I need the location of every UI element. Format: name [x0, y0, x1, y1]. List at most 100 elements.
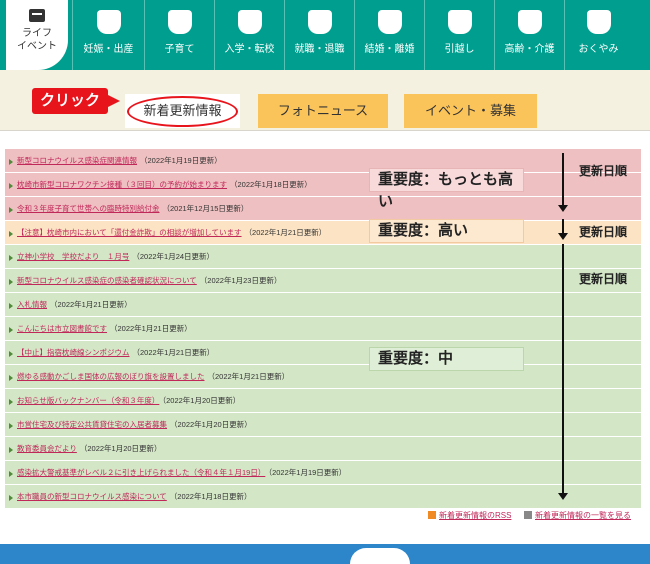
nav-label: 妊娠・出産: [83, 44, 134, 55]
down-arrow-icon: [558, 153, 568, 212]
news-row: 新型コロナウイルス感染症関連情報 （2022年1月19日更新）: [5, 149, 641, 173]
nav-moving[interactable]: 引越し: [424, 0, 494, 70]
news-row: 本市職員の新型コロナウイルス感染について （2022年1月18日更新）: [5, 485, 641, 509]
update-order-label: 更新日順: [579, 164, 628, 178]
news-row: 燃ゆる感動かごしま国体の広報のぼり旗を設置しました （2022年1月21日更新）: [5, 365, 641, 389]
nav-employment[interactable]: 就職・退職: [284, 0, 354, 70]
news-date: （2022年1月21日更新）: [110, 324, 192, 333]
news-date: （2022年1月21日更新）: [244, 228, 327, 237]
bullet-arrow-icon: [9, 207, 13, 213]
life-event-nav: ライフ イベント 妊娠・出産 子育て 入学・転校 就職・退職 結婚・離婚 引越し …: [0, 0, 650, 70]
rss-link[interactable]: 新着更新情報のRSS: [428, 511, 511, 521]
bullet-arrow-icon: [9, 231, 13, 237]
news-date: （2022年1月18日更新）: [169, 492, 252, 501]
news-date: （2022年1月20日更新）: [170, 420, 252, 429]
nav-childcare[interactable]: 子育て: [144, 0, 214, 70]
news-link[interactable]: こんにちは市立図書館です: [17, 324, 107, 333]
news-row: 【注意】枕崎市内において「還付金詐欺」の相談が増加しています （2022年1月21…: [5, 221, 641, 245]
life-event-button[interactable]: ライフ イベント: [6, 0, 68, 70]
down-arrow-icon: [558, 244, 568, 500]
nav-label: 就職・退職: [294, 44, 345, 55]
nav-pregnancy[interactable]: 妊娠・出産: [72, 0, 144, 70]
bullet-arrow-icon: [9, 375, 13, 381]
news-date: （2022年1月20日更新）: [162, 396, 241, 405]
click-badge: クリック: [32, 88, 120, 114]
bullet-arrow-icon: [9, 447, 13, 453]
divider: [0, 130, 650, 131]
bullet-arrow-icon: [9, 255, 13, 261]
nav-label: 引越し: [444, 44, 475, 55]
importance-highest-label: 重要度：もっとも高い: [369, 168, 524, 210]
employment-icon: [307, 10, 332, 34]
news-date: （2022年1月21日更新）: [132, 348, 215, 357]
condolence-icon: [586, 10, 611, 34]
news-link[interactable]: 【注意】枕崎市内において「還付金詐欺」の相談が増加しています: [17, 228, 242, 237]
news-link[interactable]: 入札情報: [17, 300, 47, 309]
nav-school[interactable]: 入学・転校: [214, 0, 284, 70]
news-link[interactable]: 【中止】指宿枕崎線シンポジウム: [17, 348, 130, 357]
update-order-label: 更新日順: [579, 225, 628, 239]
footer-banner: [0, 544, 650, 564]
news-link[interactable]: お知らせ版バックナンバー（令和３年度）: [17, 396, 159, 405]
list-icon: [524, 511, 532, 519]
news-row: 新型コロナウイルス感染症の感染者確認状況について （2022年1月23日更新）: [5, 269, 641, 293]
bullet-arrow-icon: [9, 399, 13, 405]
news-date: （2022年1月23日更新）: [199, 276, 282, 285]
down-arrow-icon: [558, 219, 568, 240]
briefcase-icon: [29, 9, 45, 22]
bullet-arrow-icon: [9, 303, 13, 309]
news-row: 市営住宅及び特定公共賃貸住宅の入居者募集 （2022年1月20日更新）: [5, 413, 641, 437]
elderly-care-icon: [517, 10, 542, 34]
nav-label: おくやみ: [578, 44, 619, 55]
news-date: （2021年12月15日更新）: [162, 204, 249, 213]
pregnancy-icon: [96, 10, 121, 34]
news-date: （2022年1月21日更新）: [50, 300, 132, 309]
childcare-icon: [167, 10, 192, 34]
news-date: （2022年1月18日更新）: [230, 180, 312, 189]
news-row: 教育委員会だより （2022年1月20日更新）: [5, 437, 641, 461]
marriage-icon: [377, 10, 402, 34]
rss-icon: [428, 511, 436, 519]
bullet-arrow-icon: [9, 471, 13, 477]
nav-condolence[interactable]: おくやみ: [564, 0, 632, 70]
news-link[interactable]: 市営住宅及び特定公共賃貸住宅の入居者募集: [17, 420, 167, 429]
nav-elderly-care[interactable]: 高齢・介護: [494, 0, 564, 70]
bullet-arrow-icon: [9, 159, 13, 165]
more-updates-link[interactable]: 新着更新情報の一覧を見る: [524, 511, 631, 521]
news-row: 入札情報 （2022年1月21日更新）: [5, 293, 641, 317]
news-row: お知らせ版バックナンバー（令和３年度） （2022年1月20日更新）: [5, 389, 641, 413]
news-list: 新型コロナウイルス感染症関連情報 （2022年1月19日更新） 枕崎市新型コロナワク…: [5, 149, 641, 509]
news-link[interactable]: 燃ゆる感動かごしま国体の広報のぼり旗を設置しました: [17, 372, 205, 381]
nav-label: 結婚・離婚: [364, 44, 415, 55]
news-row: 立神小学校 学校だより １月号 （2022年1月24日更新）: [5, 245, 641, 269]
news-link[interactable]: 枕崎市新型コロナワクチン接種（３回目）の予約が始まります: [17, 180, 227, 189]
news-link[interactable]: 感染拡大警戒基準がレベル２に引き上げられました（令和４年１月19日）: [17, 468, 265, 477]
news-date: （2022年1月19日更新）: [268, 468, 347, 477]
school-icon: [237, 10, 262, 34]
tab-new-updates[interactable]: 新着更新情報: [125, 94, 240, 128]
news-link[interactable]: 教育委員会だより: [17, 444, 77, 453]
news-link[interactable]: 本市職員の新型コロナウイルス感染について: [17, 492, 167, 501]
nav-marriage[interactable]: 結婚・離婚: [354, 0, 424, 70]
tab-photo-news[interactable]: フォトニュース: [258, 94, 388, 128]
nav-label: 入学・転校: [224, 44, 275, 55]
news-link[interactable]: 立神小学校 学校だより １月号: [17, 252, 129, 261]
update-order-label: 更新日順: [579, 272, 628, 286]
news-link[interactable]: 新型コロナウイルス感染症関連情報: [17, 156, 137, 165]
bullet-arrow-icon: [9, 279, 13, 285]
news-date: （2022年1月24日更新）: [132, 252, 215, 261]
news-row: 枕崎市新型コロナワクチン接種（３回目）の予約が始まります （2022年1月18日更…: [5, 173, 641, 197]
news-row: 感染拡大警戒基準がレベル２に引き上げられました（令和４年１月19日） （2022年…: [5, 461, 641, 485]
news-row: 令和３年度子育て世帯への臨時特別給付金 （2021年12月15日更新）: [5, 197, 641, 221]
importance-high-label: 重要度：高い: [369, 219, 524, 243]
bullet-arrow-icon: [9, 351, 13, 357]
importance-medium-label: 重要度：中: [369, 347, 524, 371]
tab-events[interactable]: イベント・募集: [404, 94, 537, 128]
nav-label: 高齢・介護: [504, 44, 555, 55]
news-date: （2022年1月21日更新）: [207, 372, 290, 381]
news-link[interactable]: 令和３年度子育て世帯への臨時特別給付金: [17, 204, 160, 213]
news-link[interactable]: 新型コロナウイルス感染症の感染者確認状況について: [17, 276, 197, 285]
bullet-arrow-icon: [9, 183, 13, 189]
cloud-decoration: [350, 548, 410, 564]
news-row: 【中止】指宿枕崎線シンポジウム （2022年1月21日更新）: [5, 341, 641, 365]
